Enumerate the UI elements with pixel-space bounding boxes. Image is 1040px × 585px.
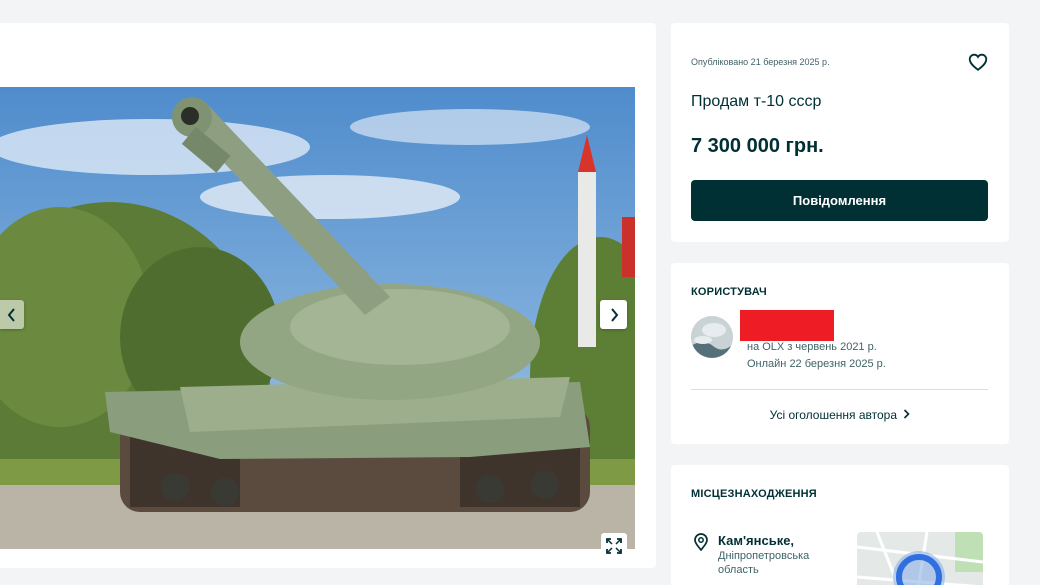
next-photo-button[interactable] bbox=[600, 300, 627, 329]
listing-info-card: Опубліковано 21 березня 2025 р. Продам т… bbox=[671, 23, 1009, 242]
chevron-left-icon bbox=[7, 307, 15, 322]
redacted-username bbox=[740, 310, 834, 341]
all-author-ads-link[interactable]: Усі оголошення автора bbox=[671, 408, 1009, 422]
fullscreen-button[interactable] bbox=[601, 533, 627, 559]
expand-icon bbox=[606, 538, 622, 554]
listing-price: 7 300 000 грн. bbox=[691, 135, 824, 157]
user-card: КОРИСТУВАЧ на OLX з червень 2021 р. Онла… bbox=[671, 263, 1009, 444]
gallery-card bbox=[0, 23, 656, 568]
avatar[interactable] bbox=[691, 316, 733, 358]
user-section-heading: КОРИСТУВАЧ bbox=[691, 286, 767, 298]
map-thumbnail[interactable] bbox=[857, 532, 983, 585]
listing-photo[interactable] bbox=[0, 87, 635, 549]
user-member-since: на OLX з червень 2021 р. bbox=[747, 341, 877, 353]
user-avatar-icon bbox=[691, 316, 733, 358]
location-section-heading: МІСЦЕЗНАХОДЖЕННЯ bbox=[691, 488, 817, 500]
map-pin-icon bbox=[694, 533, 708, 551]
heart-icon[interactable] bbox=[967, 51, 989, 73]
all-author-ads-label: Усі оголошення автора bbox=[769, 408, 898, 422]
user-last-online: Онлайн 22 березня 2025 р. bbox=[747, 358, 886, 370]
previous-photo-button[interactable] bbox=[0, 300, 24, 329]
location-region: Дніпропетровська область bbox=[718, 550, 810, 576]
published-date: Опубліковано 21 березня 2025 р. bbox=[691, 57, 830, 67]
listing-title: Продам т-10 ссср bbox=[691, 93, 822, 110]
chevron-right-icon bbox=[610, 307, 618, 322]
location-card: МІСЦЕЗНАХОДЖЕННЯ Кам'янське, Дніпропетро… bbox=[671, 465, 1009, 585]
chevron-right-icon bbox=[904, 409, 910, 419]
message-button[interactable]: Повідомлення bbox=[691, 180, 988, 221]
location-city: Кам'янське, bbox=[718, 533, 795, 548]
divider bbox=[691, 389, 988, 390]
